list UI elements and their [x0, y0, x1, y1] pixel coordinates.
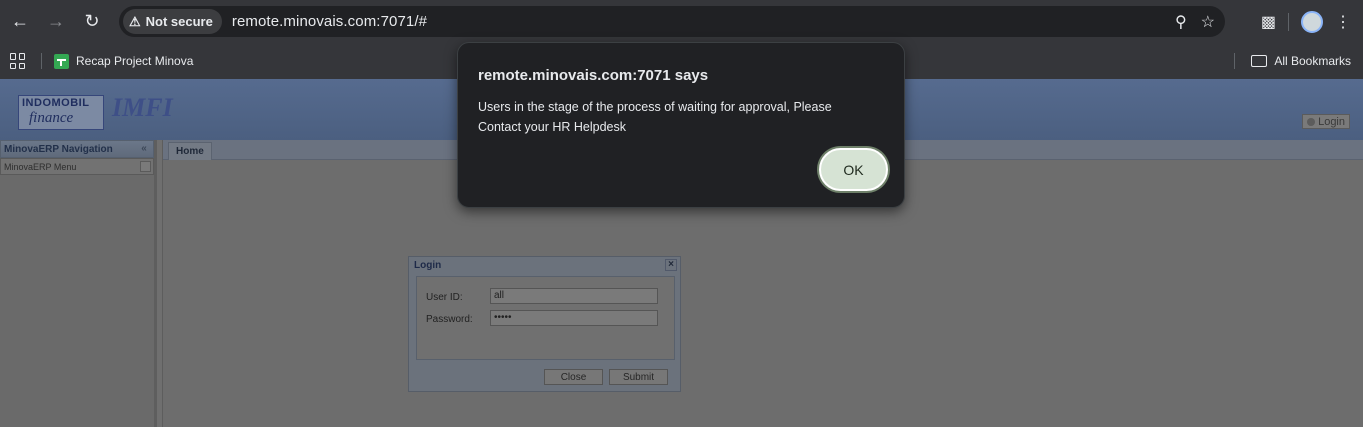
- forward-button[interactable]: →: [40, 6, 72, 38]
- sheets-icon: [54, 53, 69, 69]
- password-label: Password:: [426, 314, 473, 325]
- login-icon: [1307, 117, 1316, 126]
- alert-title: remote.minovais.com:7071 says: [478, 67, 709, 84]
- bookmarks-divider: [41, 53, 42, 69]
- navigation-panel: MinovaERP Navigation « MinovaERP Menu: [0, 140, 157, 427]
- ok-button[interactable]: OK: [819, 148, 888, 191]
- back-button[interactable]: ←: [4, 6, 36, 38]
- header-login-button[interactable]: Login: [1302, 114, 1350, 129]
- alert-dialog: remote.minovais.com:7071 says Users in t…: [457, 42, 905, 208]
- all-bookmarks-button[interactable]: All Bookmarks: [1251, 43, 1351, 79]
- warning-icon: ⚠: [129, 13, 141, 29]
- apps-grid-icon[interactable]: [10, 53, 26, 69]
- user-id-input[interactable]: all: [490, 288, 658, 304]
- toolbar-divider: [1288, 12, 1289, 31]
- bookmark-recap-project[interactable]: Recap Project Minova: [54, 53, 194, 69]
- menu-kebab-icon[interactable]: ⋮: [1335, 12, 1351, 32]
- close-icon[interactable]: ×: [665, 259, 677, 271]
- password-input[interactable]: •••••: [490, 310, 658, 326]
- navigation-panel-header: MinovaERP Navigation «: [0, 140, 154, 158]
- tab-home[interactable]: Home: [168, 142, 212, 160]
- reload-button[interactable]: ↻: [76, 6, 108, 38]
- bookmark-label: Recap Project Minova: [76, 54, 194, 68]
- close-button[interactable]: Close: [544, 369, 603, 385]
- login-form: User ID: all Password: •••••: [416, 276, 675, 360]
- all-bookmarks-label: All Bookmarks: [1274, 54, 1351, 68]
- user-id-label: User ID:: [426, 292, 463, 303]
- submit-button[interactable]: Submit: [609, 369, 668, 385]
- login-window: Login × User ID: all Password: ••••• Clo…: [408, 256, 681, 392]
- navigation-menu-header[interactable]: MinovaERP Menu: [0, 158, 154, 175]
- security-chip-label: Not secure: [145, 14, 213, 29]
- zoom-icon[interactable]: ⚲: [1175, 12, 1187, 32]
- indomobil-finance-logo: INDOMOBIL finance: [18, 95, 104, 130]
- login-window-title: Login ×: [409, 257, 680, 274]
- folder-icon: [1251, 55, 1268, 67]
- menu-toggle-icon[interactable]: [140, 161, 151, 172]
- address-bar[interactable]: ⚠ Not secure remote.minovais.com:7071/# …: [119, 6, 1225, 37]
- bookmark-star-icon[interactable]: ☆: [1201, 12, 1215, 32]
- profile-avatar[interactable]: [1301, 10, 1323, 33]
- alert-message: Users in the stage of the process of wai…: [478, 100, 832, 134]
- security-chip[interactable]: ⚠ Not secure: [123, 9, 222, 34]
- url-text[interactable]: remote.minovais.com:7071/#: [232, 13, 427, 30]
- imfi-logo: IMFI: [112, 93, 173, 122]
- collapse-left-icon[interactable]: «: [138, 143, 150, 155]
- extensions-icon[interactable]: ▩: [1261, 12, 1276, 32]
- browser-toolbar: ← → ↻ ⚠ Not secure remote.minovais.com:7…: [0, 0, 1363, 43]
- bookmarks-divider-right: [1234, 53, 1235, 69]
